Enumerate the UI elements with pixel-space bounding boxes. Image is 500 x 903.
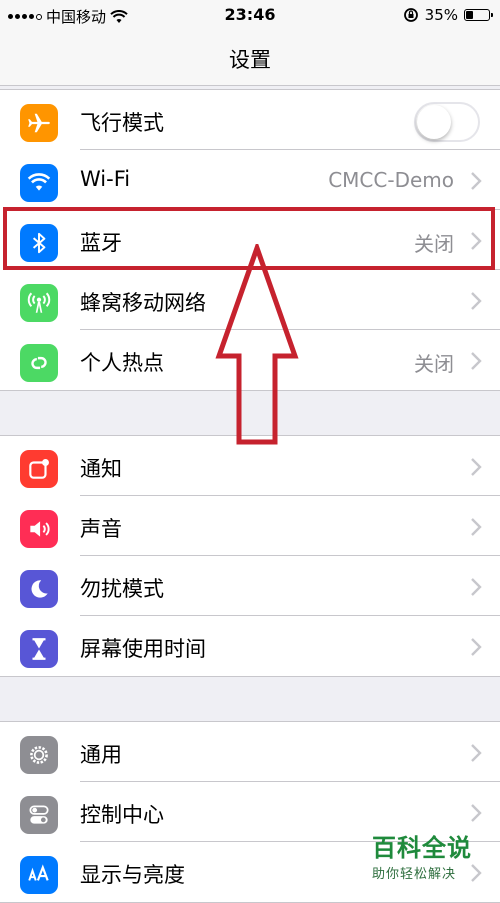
settings-row-label: 屏幕使用时间 <box>80 637 206 661</box>
page-title: 设置 <box>229 48 271 72</box>
battery-icon <box>464 9 493 21</box>
chevron-right-icon <box>471 744 482 762</box>
settings-row-label: 个人热点 <box>80 351 164 375</box>
watermark-title: 百科全说 <box>372 834 472 862</box>
chevron-right-icon <box>471 518 482 536</box>
battery-percent: 35% <box>424 6 458 24</box>
chevron-right-icon <box>471 232 482 250</box>
notification-icon <box>20 450 58 488</box>
settings-row-notifications[interactable]: 通知 <box>0 436 500 496</box>
status-right: 35% <box>403 6 493 24</box>
chevron-right-icon <box>471 172 482 190</box>
text-size-icon <box>20 856 58 894</box>
chevron-right-icon <box>471 638 482 656</box>
chevron-right-icon <box>471 804 482 822</box>
settings-row-value: 关闭 <box>414 352 454 376</box>
status-bar: 中国移动 23:46 35% <box>0 0 500 30</box>
settings-row-label: 通用 <box>80 743 122 767</box>
settings-row-label: 声音 <box>80 517 122 541</box>
chevron-right-icon <box>471 578 482 596</box>
settings-row-value: CMCC-Demo <box>328 168 454 192</box>
settings-row-label: 显示与亮度 <box>80 863 185 887</box>
bluetooth-icon <box>20 224 58 262</box>
gear-icon <box>20 736 58 774</box>
wifi-icon <box>20 164 58 202</box>
settings-row-label: 控制中心 <box>80 803 164 827</box>
chevron-right-icon <box>471 292 482 310</box>
settings-row-sounds[interactable]: 声音 <box>0 496 500 556</box>
rotation-lock-icon <box>403 8 418 22</box>
settings-row-label: 蜂窝移动网络 <box>80 291 206 315</box>
settings-row-general[interactable]: 通用 <box>0 722 500 782</box>
speaker-icon <box>20 510 58 548</box>
settings-row-label: 勿扰模式 <box>80 577 164 601</box>
moon-icon <box>20 570 58 608</box>
hotspot-icon <box>20 344 58 382</box>
settings-row-personal-hotspot[interactable]: 个人热点 关闭 <box>0 330 500 390</box>
watermark-logo: 百科全说 助你轻松解决 <box>372 828 492 882</box>
airplane-icon <box>20 104 58 142</box>
watermark-subtitle: 助你轻松解决 <box>372 867 457 882</box>
settings-row-wifi[interactable]: Wi-Fi CMCC-Demo <box>0 150 500 210</box>
settings-row-screen-time[interactable]: 屏幕使用时间 <box>0 616 500 676</box>
switches-icon <box>20 796 58 834</box>
chevron-right-icon <box>471 352 482 370</box>
navigation-bar: 设置 <box>0 30 500 86</box>
cellular-icon <box>20 284 58 322</box>
settings-row-label: 飞行模式 <box>80 111 164 135</box>
settings-row-bluetooth[interactable]: 蓝牙 关闭 <box>0 210 500 270</box>
settings-row-label: 蓝牙 <box>80 231 122 255</box>
settings-group-notifications: 通知 声音 勿扰模式 屏幕使用时间 <box>0 435 500 677</box>
settings-row-value: 关闭 <box>414 232 454 256</box>
settings-row-cellular[interactable]: 蜂窝移动网络 <box>0 270 500 330</box>
airplane-mode-toggle[interactable] <box>414 102 480 142</box>
chevron-right-icon <box>471 458 482 476</box>
hourglass-icon <box>20 630 58 668</box>
settings-row-do-not-disturb[interactable]: 勿扰模式 <box>0 556 500 616</box>
settings-row-label: 通知 <box>80 457 122 481</box>
settings-group-connectivity: 飞行模式 Wi-Fi CMCC-Demo 蓝牙 关闭 蜂窝移动网络 个人热点 关… <box>0 89 500 391</box>
settings-row-airplane-mode[interactable]: 飞行模式 <box>0 90 500 150</box>
settings-row-label: Wi-Fi <box>80 167 131 191</box>
